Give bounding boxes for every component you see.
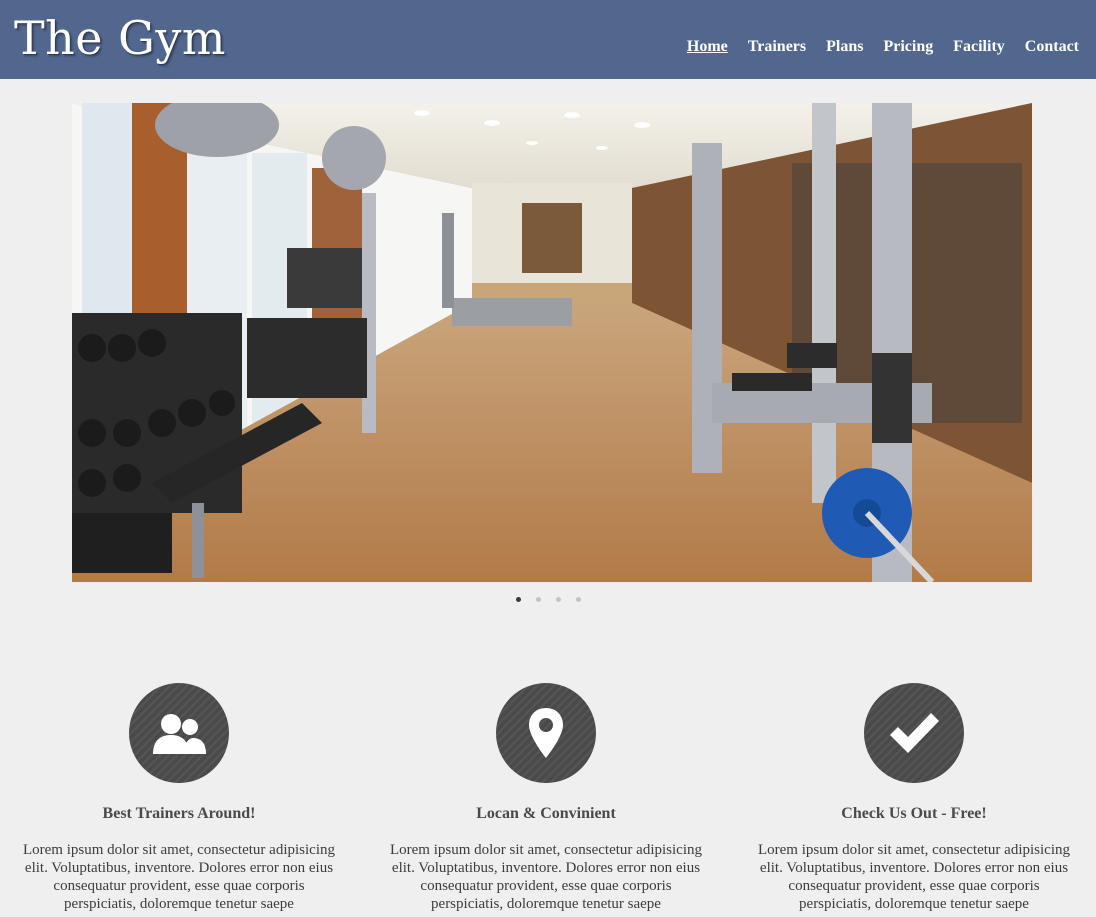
slider-dot-2[interactable] xyxy=(535,597,541,602)
feature-location: Locan & Convinient Lorem ipsum dolor sit… xyxy=(363,683,729,913)
slider-pagination xyxy=(0,597,1096,602)
site-header: The Gym Home Trainers Plans Pricing Faci… xyxy=(0,0,1096,79)
feature-trainers: Best Trainers Around! Lorem ipsum dolor … xyxy=(0,683,362,913)
nav-trainers[interactable]: Trainers xyxy=(748,37,806,57)
slider-dot-1[interactable] xyxy=(515,597,521,602)
map-pin-icon xyxy=(496,683,596,783)
users-icon xyxy=(129,683,229,783)
nav-pricing[interactable]: Pricing xyxy=(883,37,933,57)
feature-title: Check Us Out - Free! xyxy=(841,805,987,822)
feature-text: Lorem ipsum dolor sit amet, consectetur … xyxy=(22,842,335,912)
site-logo[interactable]: The Gym xyxy=(14,8,226,68)
nav-facility[interactable]: Facility xyxy=(953,37,1005,57)
nav-contact[interactable]: Contact xyxy=(1025,37,1079,57)
gym-interior-photo xyxy=(72,103,1032,582)
feature-title: Best Trainers Around! xyxy=(102,805,256,822)
feature-title: Locan & Convinient xyxy=(476,805,616,822)
feature-text: Lorem ipsum dolor sit amet, consectetur … xyxy=(757,842,1070,912)
hero-slider[interactable] xyxy=(72,103,1032,582)
nav-plans[interactable]: Plans xyxy=(826,37,863,57)
slider-dot-3[interactable] xyxy=(555,597,561,602)
feature-free-trial: Check Us Out - Free! Lorem ipsum dolor s… xyxy=(731,683,1096,913)
checkmark-icon xyxy=(864,683,964,783)
slider-dot-4[interactable] xyxy=(575,597,581,602)
feature-text: Lorem ipsum dolor sit amet, consectetur … xyxy=(389,842,702,912)
main-nav: Home Trainers Plans Pricing Facility Con… xyxy=(667,37,1079,57)
nav-home[interactable]: Home xyxy=(687,37,728,57)
